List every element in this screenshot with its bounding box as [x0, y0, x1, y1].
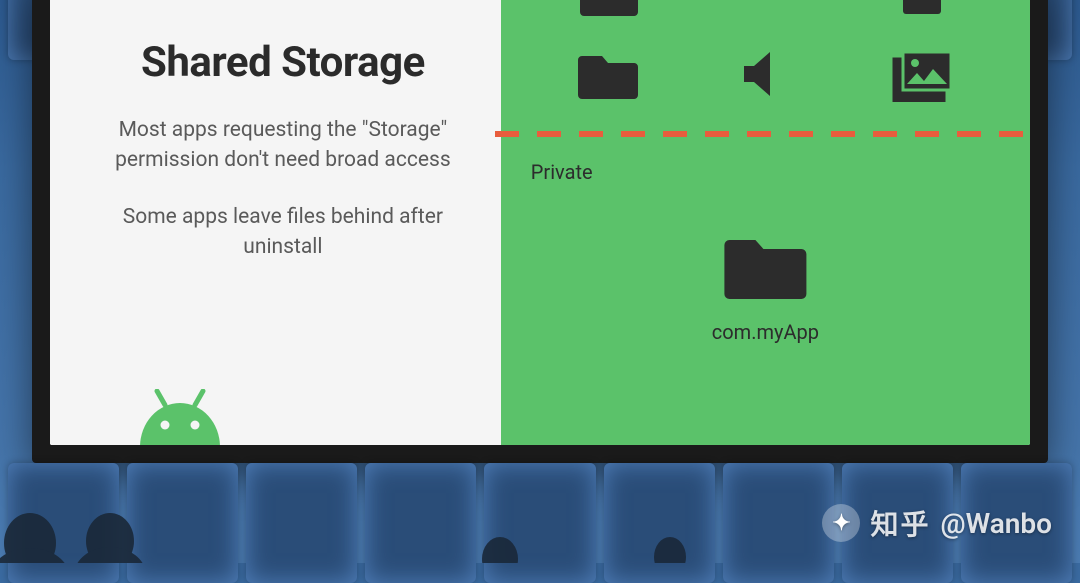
- watermark: ✦ 知乎 @Wanbo: [822, 503, 1052, 543]
- presentation-screen-frame: Shared Storage Most apps requesting the …: [32, 0, 1048, 463]
- folder-icon: [577, 48, 639, 100]
- top-icon-row-partial: [501, 0, 1030, 16]
- shared-icon-row: [501, 48, 1030, 102]
- private-section-label: Private: [531, 160, 593, 184]
- private-folder-label: com.myApp: [712, 320, 819, 344]
- gallery-icon: [887, 48, 953, 102]
- folder-icon: [580, 0, 638, 16]
- private-app-folder: com.myApp: [712, 230, 819, 344]
- slide-paragraph-1: Most apps requesting the "Storage" permi…: [100, 115, 466, 176]
- folder-icon: [722, 230, 808, 300]
- android-head-icon: [135, 389, 225, 445]
- watermark-zhihu: 知乎: [870, 503, 930, 543]
- document-icon: [893, 0, 951, 16]
- wechat-icon: ✦: [822, 504, 860, 542]
- divider-dashed-line: [495, 131, 1030, 137]
- speaker-icon: [732, 48, 794, 100]
- slide-right-panel: Private com.myApp: [501, 0, 1030, 445]
- slide-paragraph-2: Some apps leave files behind after unins…: [100, 202, 466, 263]
- slide-left-panel: Shared Storage Most apps requesting the …: [50, 0, 501, 445]
- slide-title: Shared Storage: [100, 38, 466, 87]
- watermark-handle: @Wanbo: [940, 507, 1052, 540]
- presentation-slide: Shared Storage Most apps requesting the …: [50, 0, 1030, 445]
